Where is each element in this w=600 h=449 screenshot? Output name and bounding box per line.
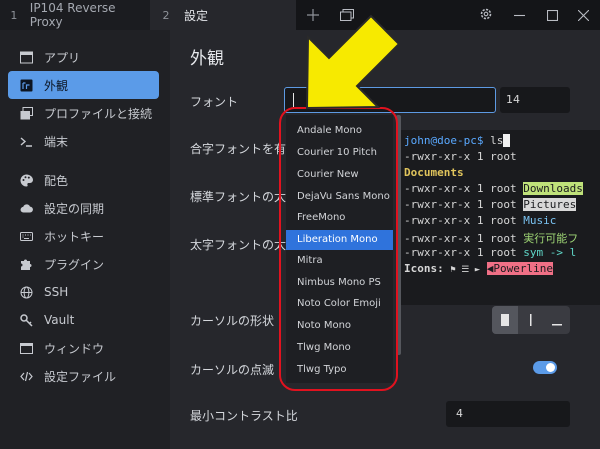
preview-line: -rwxr-xr-x 1 root Pictures: [404, 198, 577, 211]
preview-line: -rwxr-xr-x 1 root Downloads: [404, 182, 583, 195]
profiles-icon: [18, 105, 34, 121]
powerline-segment: ◀Powerline: [486, 262, 553, 275]
cursor-underline-icon: [552, 311, 562, 330]
sidebar-item-config-sync[interactable]: 設定の同期: [8, 194, 159, 222]
min-contrast-label: 最小コントラスト比: [190, 409, 298, 423]
sidebar-item-config-file[interactable]: 設定ファイル: [8, 362, 159, 390]
sidebar-item-hotkeys[interactable]: ホットキー: [8, 222, 159, 250]
sidebar-item-label: ホットキー: [44, 229, 105, 244]
font-label: フォント: [190, 95, 239, 109]
preview-prompt-line: john@doe-pc$ ls​: [404, 134, 510, 147]
terminal-preview: john@doe-pc$ ls​ -rwxr-xr-x 1 root Docum…: [400, 130, 600, 305]
keyboard-icon: [18, 228, 34, 244]
sidebar-item-label: アプリ: [44, 50, 81, 65]
tab-list-button[interactable]: [336, 0, 358, 30]
maximize-button[interactable]: [541, 0, 563, 30]
cursor-beam-icon: [530, 311, 532, 330]
minimize-button[interactable]: [508, 0, 530, 30]
tab-bar: 1 IP104 Reverse Proxy 2 設定: [0, 0, 600, 30]
terminal-icon: [18, 133, 34, 149]
preview-dir-downloads: Downloads: [523, 182, 583, 195]
icons-label: Icons:: [404, 262, 444, 275]
cursor-blink-toggle[interactable]: [533, 361, 557, 374]
cursor-shape-toggle: [492, 306, 570, 334]
cursor-shape-label: カーソルの形状: [190, 314, 275, 328]
minimize-icon: [513, 6, 525, 25]
palette-icon: [18, 172, 34, 188]
font-size-input[interactable]: 14: [500, 87, 570, 113]
sidebar-item-label: プロファイルと接続: [44, 106, 153, 121]
cursor-blink-label: カーソルの点滅: [190, 363, 275, 377]
tab-index: 1: [10, 8, 18, 22]
preview-perm: -rwxr-xr-x 1 root: [404, 182, 524, 195]
preview-perm: -rwxr-xr-x 1 root: [404, 198, 524, 211]
sidebar-item-label: 配色: [44, 173, 69, 188]
preview-perm: -rwxr-xr-x 1 root: [404, 232, 524, 245]
tab-index: 2: [162, 8, 170, 22]
key-icon: [18, 312, 34, 328]
preview-symlink: sym -> l: [523, 246, 577, 259]
settings-button[interactable]: [475, 0, 497, 30]
sidebar-item-label: プラグイン: [44, 257, 105, 272]
puzzle-icon: [18, 256, 34, 272]
add-tab-button[interactable]: [300, 0, 326, 30]
sidebar-item-profiles[interactable]: プロファイルと接続: [8, 99, 159, 127]
sidebar-item-appearance[interactable]: 外観: [8, 71, 159, 99]
cursor-beam-button[interactable]: [518, 306, 544, 334]
prompt-user: john@doe-pc$: [404, 134, 484, 147]
appearance-icon: [18, 77, 34, 93]
window-icon: [18, 340, 34, 356]
preview-perm: -rwxr-xr-x 1 root: [404, 246, 524, 259]
preview-executable: 実行可能フ: [523, 232, 579, 245]
toggle-knob: [546, 363, 555, 372]
close-icon: [577, 6, 589, 25]
tab-settings[interactable]: 2 設定: [150, 0, 296, 30]
tab-label: 設定: [184, 8, 209, 23]
sidebar-item-label: SSH: [44, 285, 69, 299]
sidebar-item-label: 設定の同期: [44, 201, 105, 216]
preview-perm: -rwxr-xr-x 1 root: [404, 214, 524, 227]
tab-label: IP104 Reverse Proxy: [29, 1, 116, 29]
tab-list-icon: [340, 6, 354, 25]
cursor-block-button[interactable]: [492, 306, 518, 334]
preview-dir-documents: Documents: [404, 166, 464, 179]
preview-dir-pictures: Pictures: [523, 198, 577, 211]
sidebar-item-label: 端末: [44, 134, 69, 149]
preview-icons-line: Icons: ⚑ ☰ ► ◀Powerline: [404, 262, 553, 275]
app-window-icon: [18, 49, 34, 65]
cursor-block-icon: [501, 311, 509, 330]
preview-line: -rwxr-xr-x 1 root Music: [404, 214, 556, 227]
annotation-highlight-frame: [279, 107, 398, 391]
globe-icon: [18, 284, 34, 300]
min-contrast-input[interactable]: 4: [446, 401, 570, 427]
code-icon: [18, 368, 34, 384]
maximize-icon: [546, 6, 558, 25]
sidebar-item-vault[interactable]: Vault: [8, 306, 159, 334]
sidebar-item-label: Vault: [44, 313, 75, 327]
sidebar-item-application[interactable]: アプリ: [8, 43, 159, 71]
preview-line-perm: -rwxr-xr-x 1 root: [404, 150, 524, 163]
sidebar-item-terminal[interactable]: 端末: [8, 127, 159, 155]
text-caret: [293, 93, 294, 107]
sidebar-item-window[interactable]: ウィンドウ: [8, 334, 159, 362]
sidebar-item-label: 外観: [44, 78, 69, 93]
sidebar-item-label: 設定ファイル: [44, 369, 117, 384]
sidebar-item-label: ウィンドウ: [44, 341, 105, 356]
cloud-icon: [18, 200, 34, 216]
sidebar-item-ssh[interactable]: SSH: [8, 278, 159, 306]
preview-dir-music: Music: [523, 214, 557, 227]
settings-sidebar: アプリ 外観 プロファイルと接続 端末 配色 設定の同期 ホットキー プラグイン…: [0, 30, 170, 449]
cursor-underline-button[interactable]: [544, 306, 570, 334]
settings-icon: [479, 6, 493, 25]
page-title: 外観: [190, 49, 224, 69]
powerline-label: Powerline: [493, 262, 553, 275]
preview-line: -rwxr-xr-x 1 root sym -> l: [404, 246, 576, 259]
sidebar-item-color-scheme[interactable]: 配色: [8, 166, 159, 194]
tab-ip104-reverse-proxy[interactable]: 1 IP104 Reverse Proxy: [0, 0, 150, 30]
add-tab-icon: [307, 6, 319, 25]
prompt-command: ls: [483, 134, 504, 147]
sidebar-item-plugins[interactable]: プラグイン: [8, 250, 159, 278]
close-button[interactable]: [572, 0, 594, 30]
preview-line: -rwxr-xr-x 1 root 実行可能フ: [404, 230, 578, 246]
